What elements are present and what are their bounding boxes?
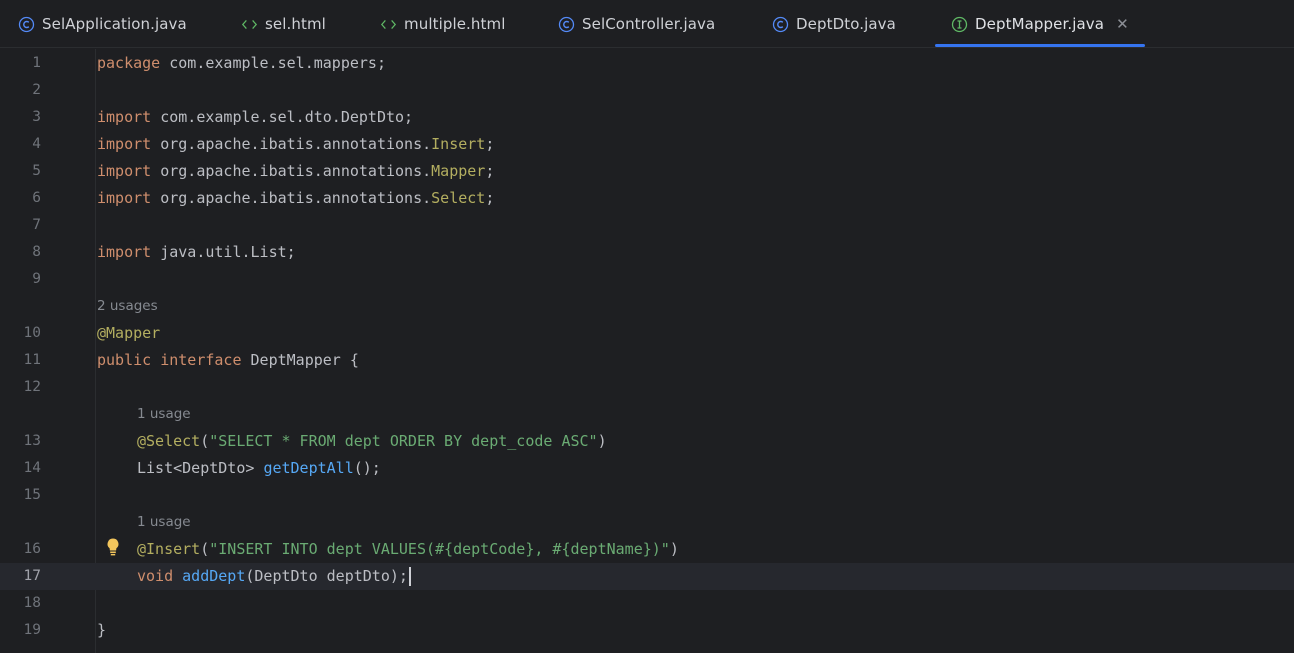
line-number: 5 xyxy=(32,163,41,179)
interface-icon xyxy=(951,16,968,33)
code-text[interactable]: import org.apache.ibatis.annotations.Map… xyxy=(97,158,494,185)
html-icon xyxy=(380,16,397,33)
line-number: 10 xyxy=(23,325,41,341)
tab-multiple-html[interactable]: multiple.html xyxy=(380,0,506,48)
line-number: 7 xyxy=(32,217,41,233)
tab-selcontroller[interactable]: SelController.java xyxy=(558,0,715,48)
code-text[interactable]: public interface DeptMapper { xyxy=(97,347,359,374)
line-number: 6 xyxy=(32,190,41,206)
code-text[interactable]: @Mapper xyxy=(97,320,160,347)
tab-label: SelApplication.java xyxy=(42,15,187,33)
line-number: 13 xyxy=(23,433,41,449)
code-text[interactable]: List<DeptDto> getDeptAll(); xyxy=(137,455,381,482)
code-line: 13 @Select("SELECT * FROM dept ORDER BY … xyxy=(0,428,1294,455)
html-icon xyxy=(241,16,258,33)
usages-hint[interactable]: 2 usages xyxy=(97,293,158,320)
code-line: 10 @Mapper xyxy=(0,320,1294,347)
code-text[interactable]: import com.example.sel.dto.DeptDto; xyxy=(97,104,413,131)
editor-tab-bar: SelApplication.java sel.html multiple.ht… xyxy=(0,0,1294,48)
code-line: 1 package com.example.sel.mappers; xyxy=(0,50,1294,77)
code-line: 14 List<DeptDto> getDeptAll(); xyxy=(0,455,1294,482)
line-number: 17 xyxy=(23,568,41,584)
line-number: 2 xyxy=(32,82,41,98)
code-text[interactable]: import org.apache.ibatis.annotations.Ins… xyxy=(97,131,494,158)
class-icon xyxy=(558,16,575,33)
code-line: 4 import org.apache.ibatis.annotations.I… xyxy=(0,131,1294,158)
lightbulb-icon[interactable] xyxy=(106,537,120,557)
code-line: 11 public interface DeptMapper { xyxy=(0,347,1294,374)
code-line: 19 } xyxy=(0,617,1294,644)
code-line: 16 @Insert("INSERT INTO dept VALUES(#{de… xyxy=(0,536,1294,563)
line-number: 16 xyxy=(23,541,41,557)
line-number: 15 xyxy=(23,487,41,503)
tab-deptmapper[interactable]: DeptMapper.java ✕ xyxy=(935,0,1145,48)
code-text[interactable]: void addDept(DeptDto deptDto); xyxy=(137,563,411,590)
code-line: 5 import org.apache.ibatis.annotations.M… xyxy=(0,158,1294,185)
tab-deptdto[interactable]: DeptDto.java xyxy=(772,0,896,48)
usages-hint[interactable]: 1 usage xyxy=(137,401,191,428)
line-number: 19 xyxy=(23,622,41,638)
line-number: 3 xyxy=(32,109,41,125)
code-line: 15 xyxy=(0,482,1294,509)
code-text[interactable]: } xyxy=(97,617,106,644)
code-line: 9 xyxy=(0,266,1294,293)
class-icon xyxy=(772,16,789,33)
code-line: 7 xyxy=(0,212,1294,239)
code-line: 2 xyxy=(0,77,1294,104)
tab-selapplication[interactable]: SelApplication.java xyxy=(18,0,187,48)
line-number: 4 xyxy=(32,136,41,152)
close-icon[interactable]: ✕ xyxy=(1116,15,1129,33)
usages-hint[interactable]: 1 usage xyxy=(137,509,191,536)
code-line: 6 import org.apache.ibatis.annotations.S… xyxy=(0,185,1294,212)
line-number: 9 xyxy=(32,271,41,287)
text-caret xyxy=(408,567,411,586)
tab-label: DeptDto.java xyxy=(796,15,896,33)
tab-sel-html[interactable]: sel.html xyxy=(241,0,326,48)
line-number: 14 xyxy=(23,460,41,476)
code-line: 12 xyxy=(0,374,1294,401)
line-number: 1 xyxy=(32,55,41,71)
tab-label: SelController.java xyxy=(582,15,716,33)
code-text[interactable]: import org.apache.ibatis.annotations.Sel… xyxy=(97,185,494,212)
current-code-line: 17 void addDept(DeptDto deptDto); xyxy=(0,563,1294,590)
line-number: 12 xyxy=(23,379,41,395)
code-text[interactable]: @Select("SELECT * FROM dept ORDER BY dep… xyxy=(137,428,607,455)
line-number: 18 xyxy=(23,595,41,611)
line-number: 11 xyxy=(23,352,41,368)
tab-label: sel.html xyxy=(265,15,326,33)
code-line: 8 import java.util.List; xyxy=(0,239,1294,266)
code-line: 18 xyxy=(0,590,1294,617)
code-text[interactable]: @Insert("INSERT INTO dept VALUES(#{deptC… xyxy=(137,536,679,563)
line-number: 8 xyxy=(32,244,41,260)
class-icon xyxy=(18,16,35,33)
tab-label: DeptMapper.java xyxy=(975,15,1105,33)
code-text[interactable]: import java.util.List; xyxy=(97,239,296,266)
active-tab-indicator xyxy=(935,44,1145,47)
code-line: 3 import com.example.sel.dto.DeptDto; xyxy=(0,104,1294,131)
tab-label: multiple.html xyxy=(404,15,506,33)
code-text[interactable]: package com.example.sel.mappers; xyxy=(97,50,386,77)
